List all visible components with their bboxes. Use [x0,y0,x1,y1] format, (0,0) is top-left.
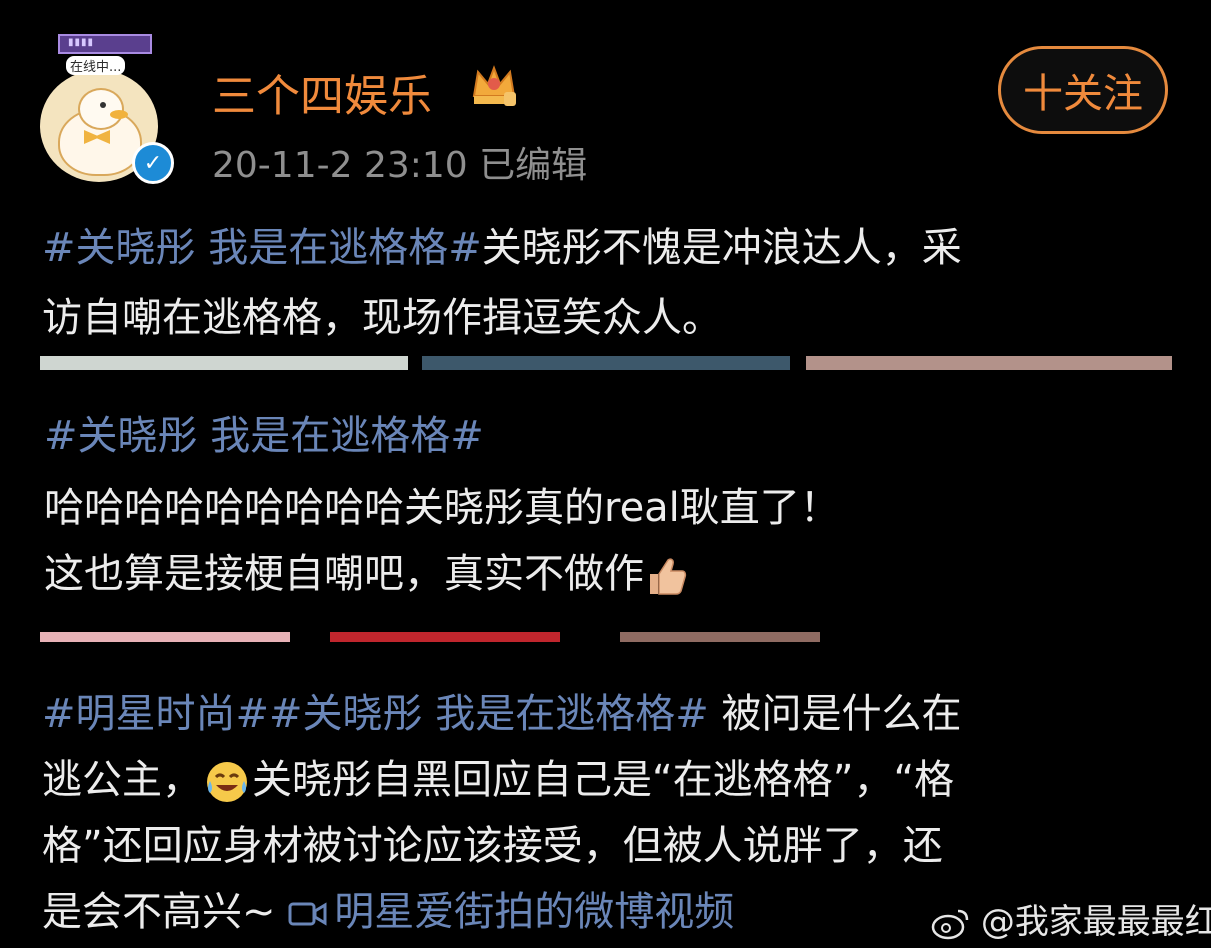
avatar-tag-dots: ▮▮▮▮ [68,37,95,48]
image-strip-1c[interactable] [806,356,1172,370]
post2-line1: 哈哈哈哈哈哈哈哈哈关晓彤真的real耿直了！ [44,485,840,531]
duck-eye-shape [100,102,106,108]
weibo-watermark: @我家最最最红 [930,894,1211,943]
post1-hashtag[interactable]: #关晓彤 我是在逃格格# [42,225,482,271]
post2-line2: 这也算是接梗自嘲吧，真实不做作 [44,546,688,602]
post3-line1: #明星时尚##关晓彤 我是在逃格格# 被问是什么在 [42,686,962,742]
avatar-online-label: 在线中... [66,56,126,75]
video-link[interactable]: 明星爱街拍的微博视频 [288,889,734,935]
crown-icon [472,65,516,106]
post3-line1-text: 被问是什么在 [708,691,962,737]
video-camera-icon [288,902,327,926]
avatar-status-tag: ▮▮▮▮ [58,34,152,54]
post3-line3: 格”还回应身材被讨论应该接受，但被人说胖了，还 [42,823,943,869]
duck-bill-shape [110,110,128,119]
post3-line4-a: 是会不高兴~ [42,889,289,935]
video-link-text[interactable]: 明星爱街拍的微博视频 [334,889,734,935]
image-strip-2b[interactable] [330,632,560,642]
watermark-text: @我家最最最红 [980,902,1211,942]
post3-line2-b: 关晓彤自黑回应自己是“在逃格格”，“格 [252,757,955,803]
post3-line4: 是会不高兴~ 明星爱街拍的微博视频 [42,884,734,940]
post-time: 20-11-2 23:10 已编辑 [212,145,588,186]
laughing-crying-icon [207,762,247,802]
post1-line1-text: 关晓彤不愧是冲浪达人，采 [481,225,962,271]
post1-line2: 访自嘲在逃格格，现场作揖逗笑众人。 [42,295,722,341]
post3-line2: 逃公主， 关晓彤自黑回应自己是“在逃格格”，“格 [42,752,954,808]
image-strip-1b[interactable] [422,356,790,370]
image-strip-1a[interactable] [40,356,408,370]
follow-button[interactable]: 十关注 [998,46,1168,134]
image-strip-2c[interactable] [620,632,820,642]
post2-hashtag-link[interactable]: #关晓彤 我是在逃格格# [44,413,484,459]
post3-hashtags[interactable]: #明星时尚##关晓彤 我是在逃格格# [42,691,709,737]
account-name[interactable]: 三个四娱乐 [212,60,432,124]
image-strip-2a[interactable] [40,632,290,642]
weibo-logo-icon [931,909,969,939]
verified-icon: ✓ [132,142,174,184]
post1-line1: #关晓彤 我是在逃格格#关晓彤不愧是冲浪达人，采 [42,220,962,276]
post2-line2-text: 这也算是接梗自嘲吧，真实不做作 [44,551,644,597]
post2-hashtag: #关晓彤 我是在逃格格# [44,408,484,464]
duck-head-shape [78,88,124,130]
post3-line2-a: 逃公主， [42,757,202,803]
thumbs-up-icon [650,558,687,595]
